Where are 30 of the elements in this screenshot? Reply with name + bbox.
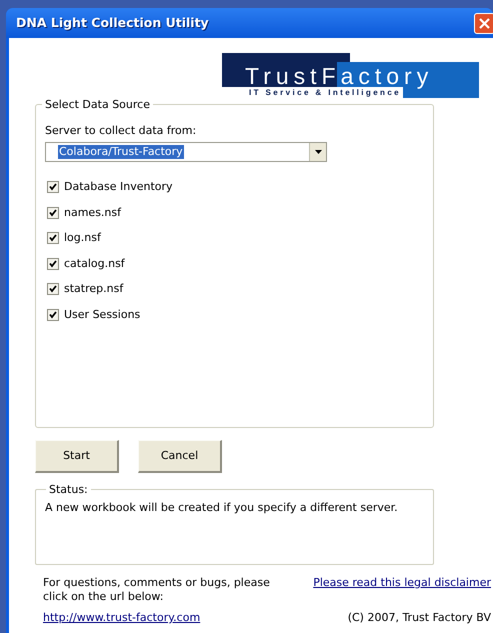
- disclaimer-link[interactable]: Please read this legal disclaimer: [313, 576, 491, 590]
- server-label: Server to collect data from:: [45, 124, 196, 138]
- checkbox-label: User Sessions: [64, 308, 140, 322]
- window-title: DNA Light Collection Utility: [16, 14, 209, 32]
- close-button[interactable]: [474, 12, 493, 34]
- close-icon: [479, 18, 490, 28]
- caret-icon: [314, 150, 322, 154]
- checkbox[interactable]: [47, 258, 59, 270]
- checkbox-label: catalog.nsf: [64, 256, 125, 270]
- checkbox-label: names.nsf: [64, 206, 121, 220]
- logo-tagline: IT Service & Intelligence: [249, 87, 404, 98]
- logo-wordmark: TrustFactory: [245, 64, 434, 88]
- group-legend: Select Data Source: [42, 98, 153, 111]
- server-dropdown[interactable]: Colabora/Trust-Factory: [45, 142, 327, 162]
- status-message: A new workbook will be created if you specify a different server.: [45, 501, 398, 515]
- start-button[interactable]: Start: [35, 440, 119, 473]
- dropdown-button[interactable]: [309, 143, 326, 161]
- checkbox[interactable]: [47, 232, 59, 244]
- checkbox-label: log.nsf: [64, 231, 101, 245]
- checkbox[interactable]: [47, 206, 59, 218]
- contact-note: For questions, comments or bugs, please click on the url below:: [43, 576, 271, 604]
- copyright-text: (C) 2007, Trust Factory BV: [348, 611, 491, 625]
- checkbox[interactable]: [47, 181, 59, 193]
- cancel-button[interactable]: Cancel: [138, 440, 222, 473]
- checkbox[interactable]: [47, 283, 59, 295]
- website-link[interactable]: http://www.trust-factory.com: [43, 611, 200, 625]
- checkbox-label: Database Inventory: [64, 180, 173, 194]
- checkbox-label: statrep.nsf: [64, 282, 124, 296]
- checkbox[interactable]: [47, 308, 59, 320]
- status-legend: Status:: [46, 483, 91, 496]
